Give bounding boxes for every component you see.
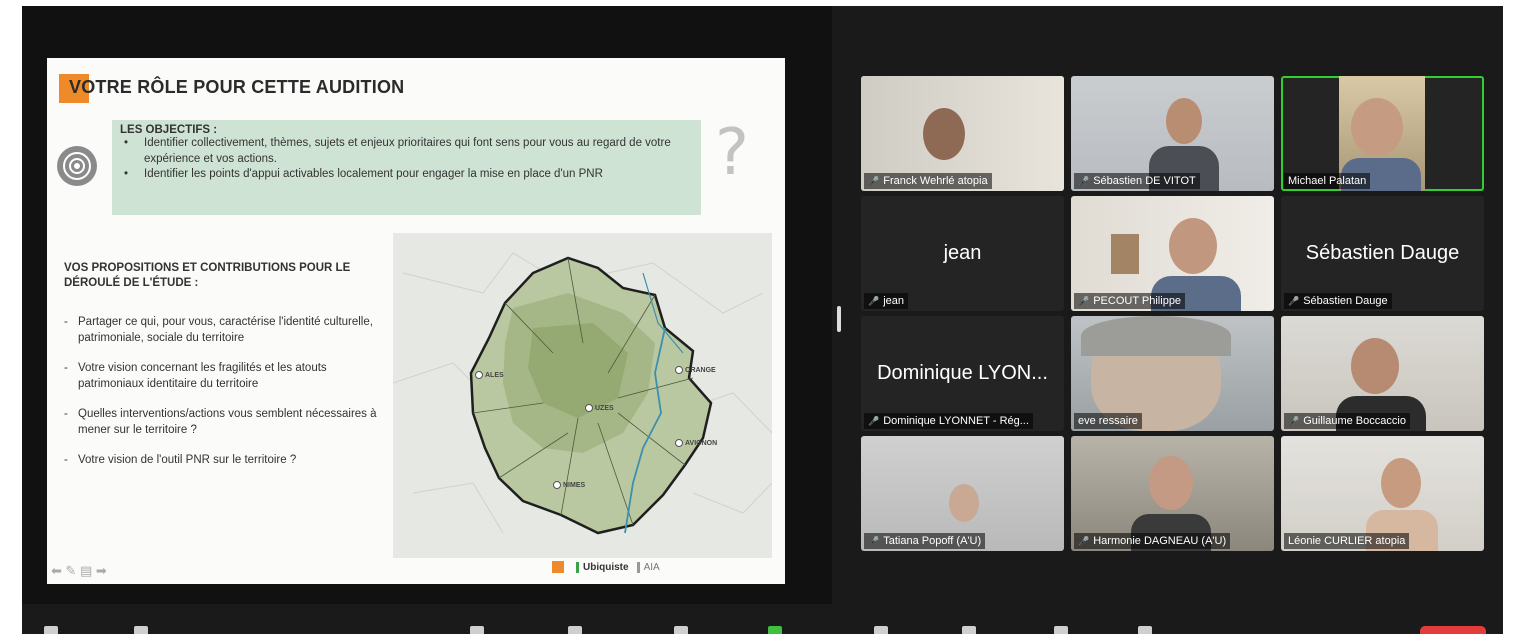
slide-logos: Ubiquiste AIA [552,561,660,573]
participant-tile-7[interactable]: eve ressaire [1071,316,1274,431]
participant-name-label: 🎤 Sébastien Dauge [1284,293,1392,309]
participant-name-label: 🎤 Franck Wehrlé atopia [864,173,992,189]
slide-navigation-tools[interactable]: ⬅ ✎ ▤ ➡ [51,563,107,579]
participant-tile-5[interactable]: Sébastien Dauge 🎤 Sébastien Dauge [1281,196,1484,311]
participant-tile-0[interactable]: 🎤 Franck Wehrlé atopia [861,76,1064,191]
participant-name-label: 🎤 PECOUT Philippe [1074,293,1186,309]
participant-tile-3[interactable]: jean 🎤 jean [861,196,1064,311]
participant-name-label: 🎤 Guillaume Boccaccio [1284,413,1410,429]
logo-bar-icon [576,561,579,573]
security-button[interactable] [470,626,484,634]
map-city-orange: ORANGE [675,366,716,374]
map-graphic [393,233,772,558]
participant-tile-6[interactable]: Dominique LYON... 🎤 Dominique LYONNET - R… [861,316,1064,431]
proposal-item: Votre vision de l'outil PNR sur le terri… [64,453,384,469]
resize-handle[interactable] [837,306,841,332]
objectives-list: Identifier collectivement, thèmes, sujet… [120,136,693,183]
muted-mic-icon: 🎤 [1078,536,1090,546]
map-city-uzes: UZES [585,404,614,412]
stop-video-button[interactable] [134,626,148,634]
muted-mic-icon: 🎤 [1288,416,1300,426]
participant-tile-4[interactable]: 🎤 PECOUT Philippe [1071,196,1274,311]
reactions-button[interactable] [962,626,976,634]
record-button[interactable] [874,626,888,634]
objectives-box: LES OBJECTIFS : Identifier collectivemen… [112,120,701,215]
more-button[interactable] [1138,626,1152,634]
apps-button[interactable] [1054,626,1068,634]
ubiquiste-logo: Ubiquiste [583,561,629,573]
participant-tile-1[interactable]: 🎤 Sébastien DE VITOT [1071,76,1274,191]
share-screen-button[interactable] [768,626,782,634]
objectives-title: LES OBJECTIFS : [120,124,218,136]
aia-logo: AIA [643,561,660,573]
territory-map: ALES ORANGE UZES AVIGNON NIMES [393,233,772,558]
participant-display-name: jean [943,242,982,264]
presentation-slide: VOTRE RÔLE POUR CETTE AUDITION LES OBJEC… [47,58,785,584]
muted-mic-icon: 🎤 [1078,176,1090,186]
slide-title: VOTRE RÔLE POUR CETTE AUDITION [69,77,405,97]
meeting-view: VOTRE RÔLE POUR CETTE AUDITION LES OBJEC… [22,6,1503,634]
leave-meeting-button[interactable] [1420,626,1486,634]
proposal-item: Votre vision concernant les fragilités e… [64,361,384,392]
muted-mic-icon: 🎤 [868,176,880,186]
mute-button[interactable] [44,626,58,634]
proposal-item: Quelles interventions/actions vous sembl… [64,407,384,438]
orange-logo-icon [552,561,564,573]
participant-tile-11[interactable]: Léonie CURLIER atopia [1281,436,1484,551]
target-icon [57,146,97,186]
participants-button[interactable] [568,626,582,634]
participant-name-label: 🎤 jean [864,293,909,309]
muted-mic-icon: 🎤 [868,536,880,546]
logo-separator-icon [636,561,640,573]
participant-name-label: eve ressaire [1074,413,1142,429]
zoom-meeting-window: VOTRE RÔLE POUR CETTE AUDITION LES OBJEC… [0,0,1515,634]
participant-name-label: Léonie CURLIER atopia [1284,533,1410,549]
participant-gallery: 🎤 Franck Wehrlé atopia 🎤 Sébastien DE VITO… [861,76,1484,552]
muted-mic-icon: 🎤 [1078,296,1090,306]
objective-item: Identifier collectivement, thèmes, sujet… [120,136,693,167]
participant-display-name: Dominique LYON... [877,362,1048,384]
map-city-ales: ALES [475,371,504,379]
proposal-item: Partager ce qui, pour vous, caractérise … [64,315,384,346]
participant-name-label: 🎤 Harmonie DAGNEAU (A'U) [1074,533,1231,549]
participant-display-name: Sébastien Dauge [1305,242,1460,264]
participant-tile-10[interactable]: 🎤 Harmonie DAGNEAU (A'U) [1071,436,1274,551]
screen-share-area: VOTRE RÔLE POUR CETTE AUDITION LES OBJEC… [22,6,832,604]
participant-name-label: 🎤 Sébastien DE VITOT [1074,173,1200,189]
meeting-toolbar [22,604,1503,634]
participant-tile-9[interactable]: 🎤 Tatiana Popoff (A'U) [861,436,1064,551]
proposals-title: VOS PROPOSITIONS ET CONTRIBUTIONS POUR L… [64,262,351,289]
chat-button[interactable] [674,626,688,634]
map-city-avignon: AVIGNON [675,439,717,447]
objective-item: Identifier les points d'appui activables… [120,167,693,183]
map-city-nimes: NIMES [553,481,585,489]
participant-name-label: 🎤 Dominique LYONNET - Rég... [864,413,1033,429]
participant-tile-2[interactable]: Michael Palatan [1281,76,1484,191]
muted-mic-icon: 🎤 [868,416,880,426]
participant-name-label: Michael Palatan [1284,173,1371,189]
question-mark-graphic: ? [715,116,749,190]
participant-tile-8[interactable]: 🎤 Guillaume Boccaccio [1281,316,1484,431]
proposals-list: Partager ce qui, pour vous, caractérise … [64,315,384,484]
participant-name-label: 🎤 Tatiana Popoff (A'U) [864,533,986,549]
muted-mic-icon: 🎤 [868,296,880,306]
muted-mic-icon: 🎤 [1288,296,1300,306]
